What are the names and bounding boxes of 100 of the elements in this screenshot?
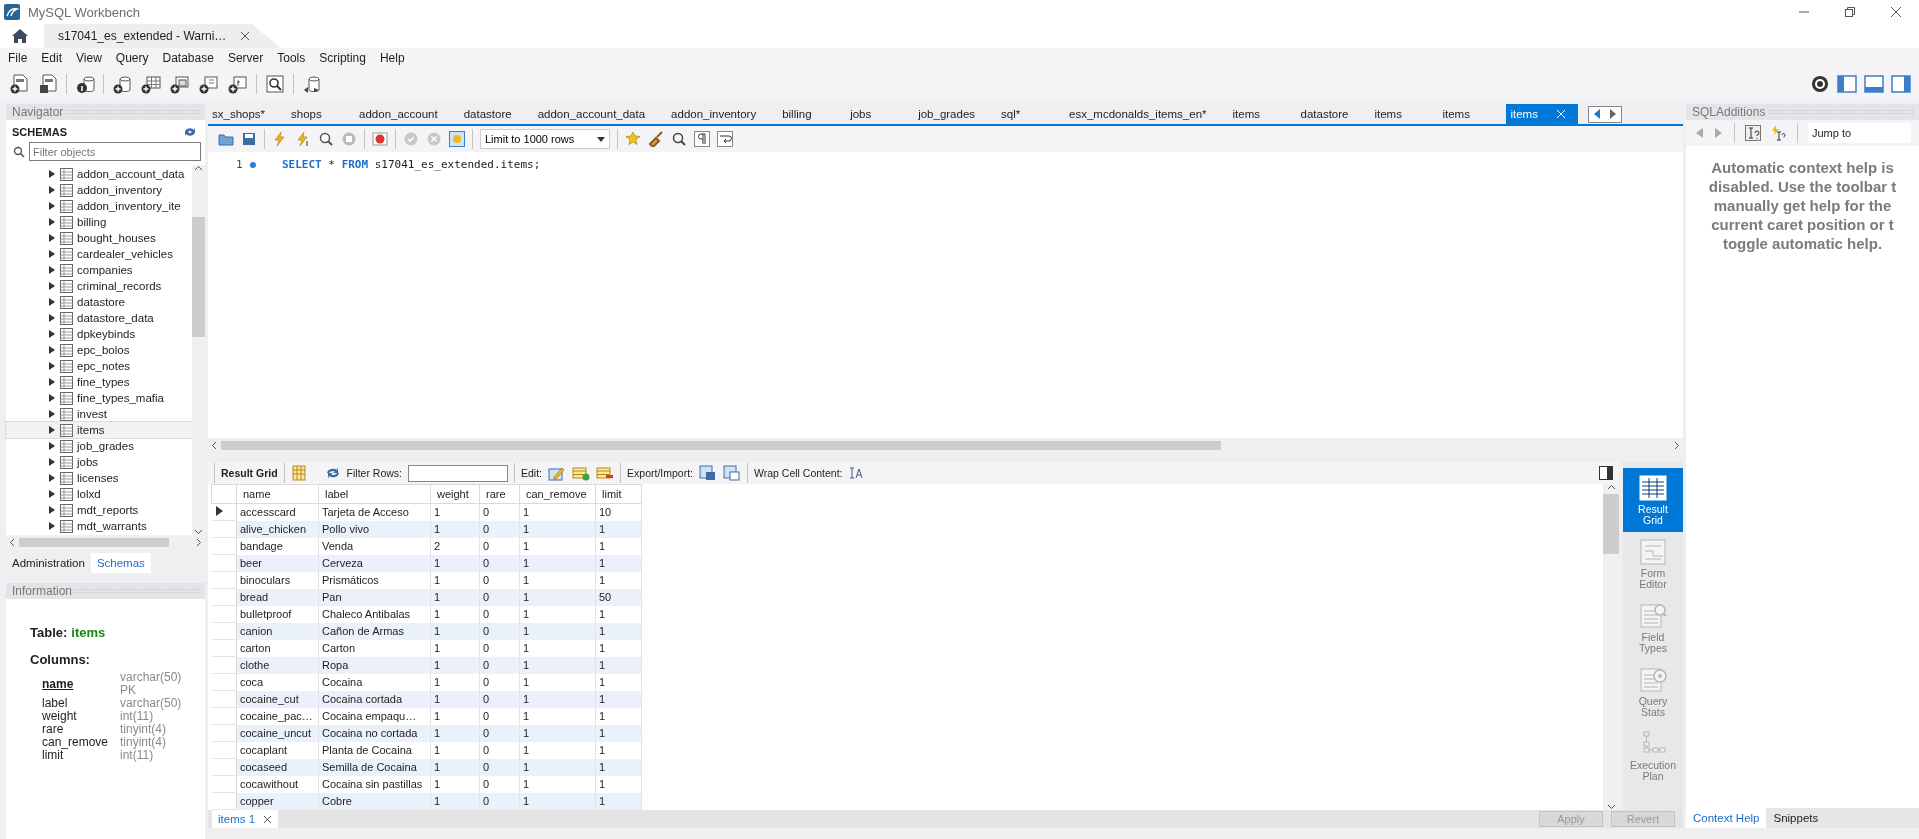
vertical-scrollbar[interactable]: [1603, 484, 1619, 810]
column-header[interactable]: rare: [479, 484, 520, 504]
view-button[interactable]: Result Grid: [1623, 468, 1683, 532]
open-folder-icon[interactable]: [218, 131, 234, 147]
close-icon[interactable]: [263, 814, 273, 824]
tree-item[interactable]: addon_inventory: [6, 182, 192, 198]
tree-item[interactable]: datastore_data: [6, 310, 192, 326]
view-button[interactable]: Execution Plan: [1623, 724, 1683, 788]
query-tab[interactable]: sx_shops*: [208, 104, 278, 124]
scroll-right-icon[interactable]: [196, 538, 202, 547]
menu-item[interactable]: Scripting: [312, 51, 373, 65]
context-help-icon[interactable]: [1745, 125, 1761, 141]
query-tab[interactable]: esx_mcdonalds_items_en*: [1065, 104, 1219, 124]
invisible-characters-icon[interactable]: [694, 131, 710, 147]
vertical-scrollbar[interactable]: [192, 165, 205, 535]
view-button[interactable]: Query Stats: [1623, 660, 1683, 724]
column-header[interactable]: can_remove: [519, 484, 596, 504]
filter-field[interactable]: Filter objects: [29, 142, 201, 161]
jump-to-field[interactable]: Jump to: [1808, 123, 1911, 143]
query-tab[interactable]: items: [1228, 104, 1287, 124]
close-icon[interactable]: [1891, 7, 1901, 17]
query-tab[interactable]: job_grades: [914, 104, 988, 124]
tree-item[interactable]: addon_account_data: [6, 166, 192, 182]
new-procedure-icon[interactable]: [198, 73, 220, 95]
query-tab[interactable]: billing: [778, 104, 837, 124]
horizontal-scrollbar[interactable]: [6, 535, 205, 550]
query-tab[interactable]: datastore: [459, 104, 524, 124]
scroll-thumb[interactable]: [192, 217, 205, 337]
panel-toggle-icon[interactable]: [1599, 466, 1613, 480]
add-row-icon[interactable]: [572, 465, 591, 481]
tree-item[interactable]: mdt_reports: [6, 502, 192, 518]
tree-item[interactable]: dpkeybinds: [6, 326, 192, 342]
explain-icon[interactable]: [318, 131, 334, 147]
tree-item[interactable]: bought_houses: [6, 230, 192, 246]
query-tab[interactable]: shops: [287, 104, 346, 124]
restore-icon[interactable]: [1845, 7, 1855, 17]
view-button[interactable]: Field Types: [1623, 596, 1683, 660]
query-tab[interactable]: sql*: [997, 104, 1056, 124]
menu-item[interactable]: Edit: [34, 51, 70, 65]
connection-tab[interactable]: s17041_es_extended - Warni…: [44, 24, 281, 48]
new-sql-tab-icon[interactable]: [8, 73, 30, 95]
tab[interactable]: Context Help: [1686, 808, 1767, 828]
tree-item[interactable]: datastore: [6, 294, 192, 310]
find-icon[interactable]: [671, 131, 687, 147]
tree-item[interactable]: lolxd: [6, 486, 192, 502]
tree-item[interactable]: items: [6, 422, 192, 438]
new-table-icon[interactable]: [140, 73, 162, 95]
error-stop-icon[interactable]: [372, 131, 388, 147]
edit-cell-icon[interactable]: [548, 465, 567, 481]
tree-item[interactable]: jobs: [6, 454, 192, 470]
autocommit-icon[interactable]: [449, 131, 465, 147]
view-button[interactable]: Form Editor: [1623, 532, 1683, 596]
save-icon[interactable]: [241, 131, 257, 147]
menu-item[interactable]: Tools: [270, 51, 313, 65]
tab-scroll-icon[interactable]: [1587, 104, 1622, 124]
filter-rows-field[interactable]: [408, 464, 509, 482]
tab[interactable]: Administration: [6, 553, 91, 573]
menu-item[interactable]: Database: [155, 51, 221, 65]
sidebar-toggle-icon[interactable]: [1837, 74, 1857, 94]
secondary-sidebar-toggle-icon[interactable]: [1891, 74, 1911, 94]
column-header[interactable]: name: [236, 484, 319, 504]
refresh-icon[interactable]: [183, 126, 197, 138]
wipe-icon[interactable]: [648, 131, 664, 147]
tree-item[interactable]: invest: [6, 406, 192, 422]
tab[interactable]: Snippets: [1766, 808, 1826, 828]
query-tab[interactable]: addon_account: [355, 104, 450, 124]
tree-item[interactable]: licenses: [6, 470, 192, 486]
scroll-thumb[interactable]: [1603, 494, 1619, 554]
import-icon[interactable]: [723, 465, 741, 481]
menu-item[interactable]: File: [1, 51, 35, 65]
menu-item[interactable]: Server: [220, 51, 271, 65]
output-toggle-icon[interactable]: [1864, 74, 1884, 94]
inspector-icon[interactable]: [74, 73, 96, 95]
query-tab[interactable]: jobs: [846, 104, 905, 124]
query-tab[interactable]: addon_inventory: [667, 104, 769, 124]
scroll-up-icon[interactable]: [1606, 484, 1616, 490]
auto-help-icon[interactable]: [1771, 125, 1787, 141]
menu-item[interactable]: Help: [372, 51, 412, 65]
scroll-right-icon[interactable]: [1674, 440, 1680, 450]
wrap-icon[interactable]: [717, 131, 733, 147]
new-schema-icon[interactable]: [111, 73, 133, 95]
tree-item[interactable]: epc_notes: [6, 358, 192, 374]
home-icon[interactable]: [11, 28, 29, 44]
scroll-left-icon[interactable]: [9, 538, 15, 547]
query-tab[interactable]: addon_account_data: [533, 104, 658, 124]
column-header[interactable]: weight: [430, 484, 480, 504]
close-icon[interactable]: [240, 31, 251, 41]
tree-item[interactable]: cardealer_vehicles: [6, 246, 192, 262]
menu-item[interactable]: View: [69, 51, 109, 65]
tree-item[interactable]: mdt_warrants: [6, 518, 192, 534]
scroll-down-icon[interactable]: [1606, 804, 1616, 810]
tree-item[interactable]: job_grades: [6, 438, 192, 454]
export-icon[interactable]: [699, 465, 717, 481]
tree-item[interactable]: fine_types: [6, 374, 192, 390]
query-tab[interactable]: items: [1370, 104, 1429, 124]
new-view-icon[interactable]: [169, 73, 191, 95]
tree-item[interactable]: companies: [6, 262, 192, 278]
scroll-left-icon[interactable]: [211, 440, 217, 450]
scroll-thumb[interactable]: [221, 440, 1221, 450]
search-table-icon[interactable]: [264, 73, 286, 95]
